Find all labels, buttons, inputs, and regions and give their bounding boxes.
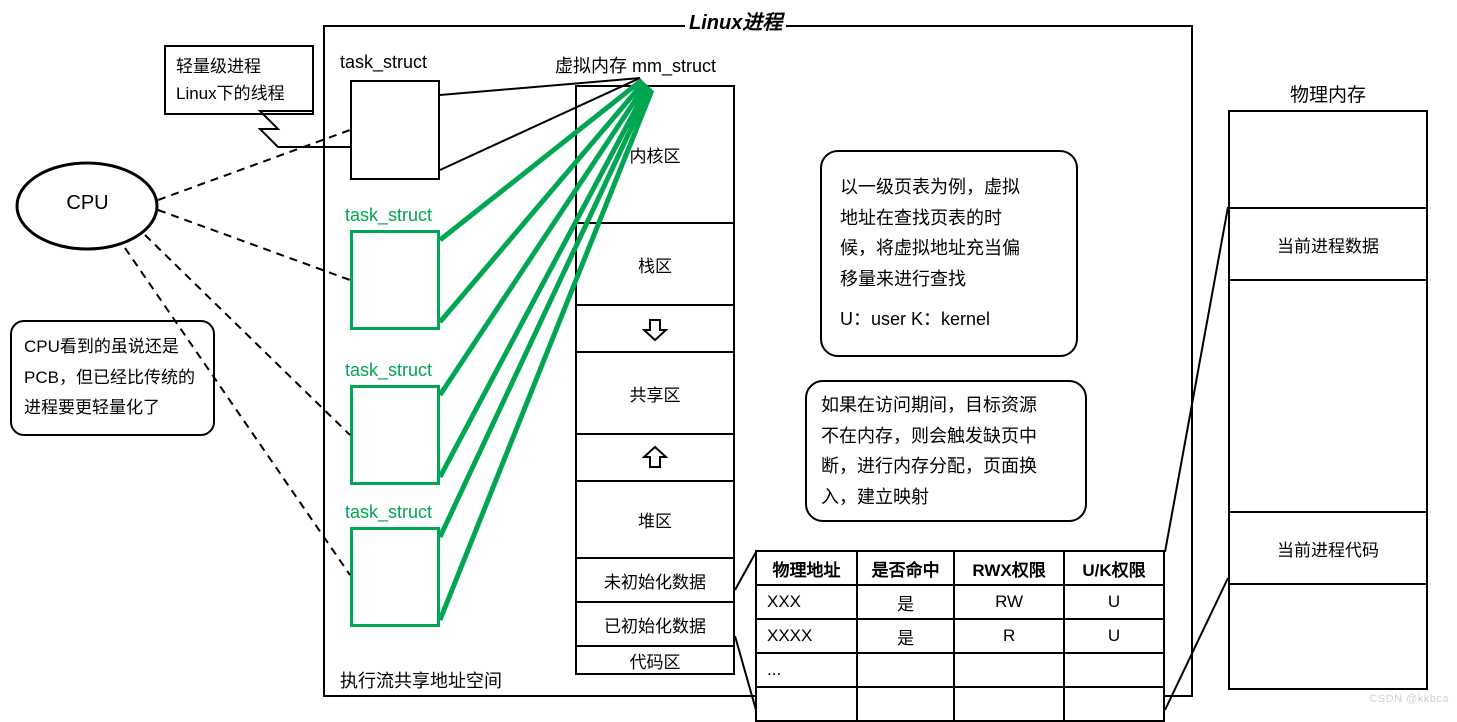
note1-l2: 地址在查找页表的时: [840, 203, 1058, 234]
mm-row-heap: 堆区: [577, 482, 733, 559]
note2-l4: 入，建立映射: [821, 482, 1071, 513]
mm-row-bss: 未初始化数据: [577, 559, 733, 603]
phys-current-data: 当前进程数据: [1230, 207, 1426, 281]
page-table-row: [756, 687, 1164, 721]
exec-flow-note: 执行流共享地址空间: [340, 667, 502, 693]
task-struct-box-3: [350, 385, 440, 485]
mm-row-data: 已初始化数据: [577, 603, 733, 647]
physical-memory-title: 物理内存: [1290, 80, 1366, 107]
callout-lightweight-l1: 轻量级进程: [176, 53, 302, 80]
note2-l2: 不在内存，则会触发缺页中: [821, 421, 1071, 452]
diagram-title: Linux进程: [685, 6, 786, 35]
page-table: 物理地址 是否命中 RWX权限 U/K权限 XXX 是 RW U XXXX 是 …: [755, 550, 1165, 722]
task-struct-box-2: [350, 230, 440, 330]
physical-memory-column: 当前进程数据 当前进程代码: [1228, 110, 1428, 690]
page-table-header-row: 物理地址 是否命中 RWX权限 U/K权限: [756, 551, 1164, 585]
mm-row-down-arrow: [577, 306, 733, 353]
page-table-row: ...: [756, 653, 1164, 687]
pt-h3: RWX权限: [954, 551, 1064, 585]
pt-h1: 物理地址: [756, 551, 857, 585]
callout-lightweight: 轻量级进程 Linux下的线程: [164, 45, 314, 115]
note-page-table-lookup: 以一级页表为例，虚拟 地址在查找页表的时 候，将虚拟地址充当偏 移量来进行查找 …: [820, 150, 1078, 357]
phys-current-code: 当前进程代码: [1230, 511, 1426, 585]
mm-row-kernel: 内核区: [577, 87, 733, 224]
page-table-row: XXXX 是 R U: [756, 619, 1164, 653]
note1-l1: 以一级页表为例，虚拟: [840, 172, 1058, 203]
pt-h2: 是否命中: [857, 551, 954, 585]
task-struct-label-3: task_struct: [345, 360, 432, 381]
task-struct-label-1: task_struct: [340, 52, 427, 73]
note1-l3: 候，将虚拟地址充当偏: [840, 233, 1058, 264]
callout-lightweight-l2: Linux下的线程: [176, 80, 302, 107]
note2-l1: 如果在访问期间，目标资源: [821, 390, 1071, 421]
page-table-row: XXX 是 RW U: [756, 585, 1164, 619]
mm-struct-column: 内核区 栈区 共享区 堆区 未初始化数据 已初始化数据 代码区: [575, 85, 735, 675]
note-page-fault: 如果在访问期间，目标资源 不在内存，则会触发缺页中 断，进行内存分配，页面换 入…: [805, 380, 1087, 522]
callout-cpu-note: CPU看到的虽说还是PCB，但已经比传统的进程要更轻量化了: [10, 320, 215, 436]
task-struct-label-4: task_struct: [345, 502, 432, 523]
mm-row-stack: 栈区: [577, 224, 733, 306]
task-struct-box-1: [350, 80, 440, 180]
watermark: CSDN @kkbca: [1369, 693, 1449, 705]
mm-struct-title: 虚拟内存 mm_struct: [555, 52, 716, 78]
diagram-root: Linux进程 CPU 轻量级进程 Linux下的线程 CPU看到的虽说还是PC…: [0, 0, 1457, 711]
cpu-label: CPU: [15, 192, 160, 215]
mm-row-code: 代码区: [577, 647, 733, 673]
note2-l3: 断，进行内存分配，页面换: [821, 451, 1071, 482]
mm-row-up-arrow: [577, 435, 733, 482]
note1-l4: 移量来进行查找: [840, 264, 1058, 295]
note1-l5: U：user K：kernel: [840, 304, 1058, 335]
mm-row-shared: 共享区: [577, 353, 733, 435]
task-struct-label-2: task_struct: [345, 205, 432, 226]
pt-h4: U/K权限: [1064, 551, 1164, 585]
task-struct-box-4: [350, 527, 440, 627]
cpu-node: CPU: [15, 160, 160, 252]
